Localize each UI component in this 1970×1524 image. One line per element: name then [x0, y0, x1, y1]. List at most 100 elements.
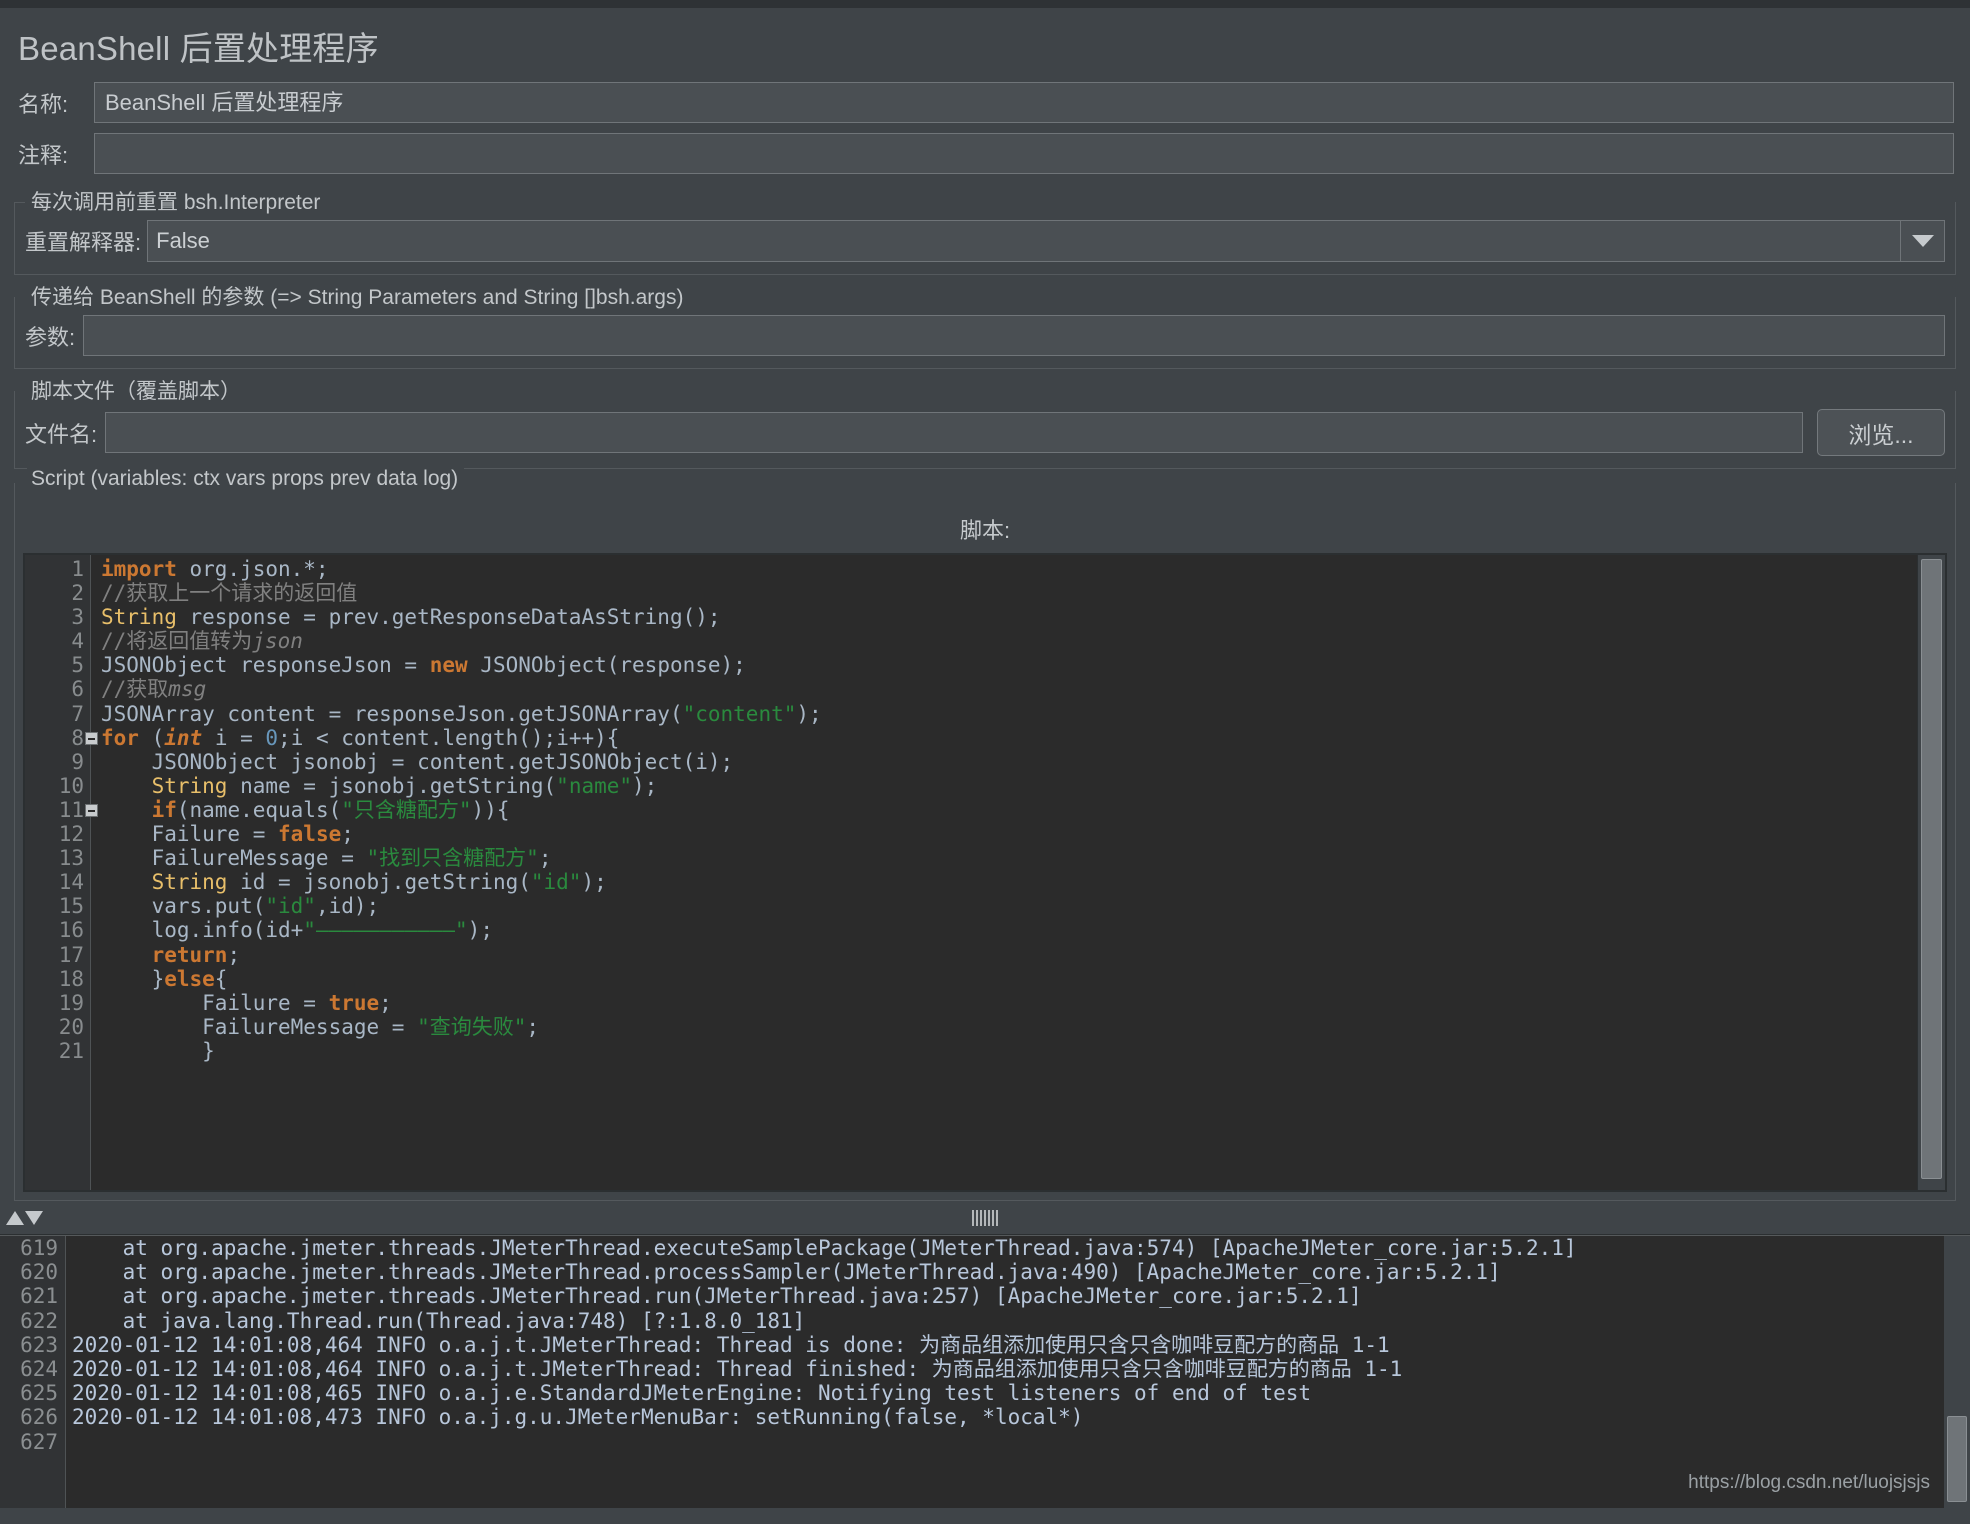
editor-line-number: 15 [58, 894, 84, 919]
code-token: 0 [265, 725, 279, 750]
code-token: return [151, 942, 228, 967]
editor-code-line: String id = jsonobj.getString("id"); [101, 870, 1917, 894]
script-file-group: 脚本文件（覆盖脚本） 文件名: 浏览... [14, 375, 1956, 469]
code-token: true [328, 990, 380, 1015]
reset-interpreter-legend: 每次调用前重置 bsh.Interpreter [27, 186, 327, 216]
editor-line-number: 9 [71, 749, 84, 774]
script-caption: 脚本: [959, 518, 1011, 543]
code-token: new [429, 653, 468, 678]
script-file-legend: 脚本文件（覆盖脚本） [27, 375, 247, 405]
browse-button[interactable]: 浏览... [1817, 409, 1945, 456]
code-token: } [101, 966, 165, 991]
code-token: { [214, 966, 228, 991]
code-token: false [278, 822, 342, 847]
editor-code-line: import org.json.*; [101, 557, 1917, 581]
panel-splitter[interactable] [0, 1201, 1970, 1235]
reset-interpreter-select[interactable]: False [147, 220, 1945, 262]
code-token: (name.equals( [176, 797, 342, 822]
parameters-legend: 传递给 BeanShell 的参数 (=> String Parameters … [27, 281, 690, 311]
comment-field-label: 注释: [18, 142, 69, 168]
log-line-number-gutter: 619 620 621 622 623 624 625 626 627 [0, 1236, 66, 1508]
editor-line-number: 6 [71, 677, 84, 702]
code-token: "找到只含糖配方" [366, 846, 539, 871]
code-token: import [101, 557, 177, 581]
code-token: JSONObject(response); [467, 653, 746, 678]
reset-interpreter-group: 每次调用前重置 bsh.Interpreter 重置解释器: False [14, 186, 1956, 275]
editor-line-number: 20 [58, 1014, 84, 1039]
name-field-label: 名称: [18, 91, 69, 117]
code-token: ; [526, 1014, 540, 1039]
code-token: ; [341, 822, 354, 847]
editor-code-line: JSONArray content = responseJson.getJSON… [101, 702, 1917, 726]
code-token: "只含糖配方" [341, 797, 472, 822]
log-line-number: 624 [20, 1356, 58, 1381]
name-field-row: 名称: BeanShell 后置处理程序 [0, 82, 1970, 123]
script-editor[interactable]: 1 2 3 4 5 6 7 8 9 10 11 12 13 14 15 16 17 18 19 20 21 import… [25, 555, 1917, 1190]
editor-code-line: String response = prev.getResponseDataAs… [101, 605, 1917, 629]
log-line: at org.apache.jmeter.threads.JMeterThrea… [72, 1284, 1362, 1309]
log-line-number: 626 [20, 1405, 58, 1430]
code-token: Failure = [101, 990, 329, 1015]
parameters-input[interactable] [83, 315, 1945, 356]
code-token: } [101, 1038, 215, 1063]
drag-grip-icon[interactable] [972, 1209, 998, 1226]
editor-code-line: //将返回值转为json [101, 629, 1917, 653]
code-token: ;i < content.length();i++){ [278, 725, 620, 750]
editor-line-number: 10 [58, 773, 84, 798]
reset-interpreter-row: 重置解释器: False [25, 208, 1945, 262]
editor-code-line: JSONObject jsonobj = content.getJSONObje… [101, 750, 1917, 774]
code-token: ( [138, 725, 165, 750]
triangle-down-icon[interactable] [25, 1210, 43, 1225]
code-token: String [151, 773, 228, 798]
code-token: log.info(id+ [101, 918, 304, 943]
log-line-number: 621 [20, 1284, 58, 1309]
code-token: String [151, 870, 228, 895]
editor-line-number: 13 [58, 846, 84, 871]
editor-scrollbar-thumb[interactable] [1921, 559, 1942, 1179]
code-fold-toggle-icon[interactable] [85, 803, 98, 817]
code-token: "id" [530, 870, 582, 895]
log-panel[interactable]: 619 620 621 622 623 624 625 626 627 at org.apach… [0, 1235, 1970, 1508]
log-line: 2020-01-12 14:01:08,473 INFO o.a.j.g.u.J… [72, 1405, 1084, 1430]
script-editor-wrapper: 1 2 3 4 5 6 7 8 9 10 11 12 13 14 15 16 17 18 19 20 21 import… [23, 553, 1947, 1192]
window-bottom-bar [0, 1508, 1970, 1524]
editor-line-number: 18 [58, 966, 84, 991]
splitter-arrows[interactable] [6, 1210, 43, 1225]
chevron-down-icon[interactable] [1900, 221, 1944, 261]
editor-code-line: for (int i = 0;i < content.length();i++)… [101, 726, 1917, 750]
filename-label: 文件名: [25, 421, 98, 447]
editor-code-line: }else{ [101, 967, 1917, 991]
editor-code-area[interactable]: import org.json.*;//获取上一个请求的返回值 String re… [91, 555, 1917, 1190]
code-token: name = jsonobj.getString( [227, 773, 557, 798]
editor-line-number-gutter: 1 2 3 4 5 6 7 8 9 10 11 12 13 14 15 16 17 18 19 20 21 [25, 555, 98, 1190]
comment-input[interactable] [94, 133, 1954, 174]
log-line: 2020-01-12 14:01:08,464 INFO o.a.j.t.JMe… [72, 1356, 1403, 1381]
code-token: "name" [556, 773, 633, 798]
filename-input[interactable] [105, 412, 1803, 453]
triangle-up-icon[interactable] [6, 1210, 24, 1225]
editor-line-number: 16 [58, 918, 84, 943]
code-token: "id" [265, 894, 316, 919]
log-line-number: 619 [20, 1236, 58, 1260]
code-fold-toggle-icon[interactable] [85, 731, 98, 745]
editor-line-number: 19 [58, 990, 84, 1015]
editor-code-line: FailureMessage = "查询失败"; [101, 1015, 1917, 1039]
code-token: for [101, 725, 139, 750]
beanshell-postprocessor-window: BeanShell 后置处理程序 名称: BeanShell 后置处理程序 注释… [0, 0, 1970, 1524]
log-output[interactable]: at org.apache.jmeter.threads.JMeterThrea… [66, 1236, 1944, 1508]
code-token: ); [632, 773, 658, 798]
code-token: int [164, 725, 203, 750]
editor-vertical-scrollbar[interactable] [1917, 555, 1945, 1190]
name-input[interactable]: BeanShell 后置处理程序 [94, 82, 1954, 123]
code-token: ,id); [315, 894, 380, 919]
code-token: Failure = [101, 822, 279, 847]
log-vertical-scrollbar[interactable] [1944, 1236, 1970, 1508]
log-line: at org.apache.jmeter.threads.JMeterThrea… [72, 1236, 1577, 1260]
parameters-group: 传递给 BeanShell 的参数 (=> String Parameters … [14, 281, 1956, 369]
code-token: ); [796, 701, 822, 726]
log-scrollbar-thumb[interactable] [1947, 1416, 1967, 1502]
editor-code-line: Failure = true; [101, 991, 1917, 1015]
